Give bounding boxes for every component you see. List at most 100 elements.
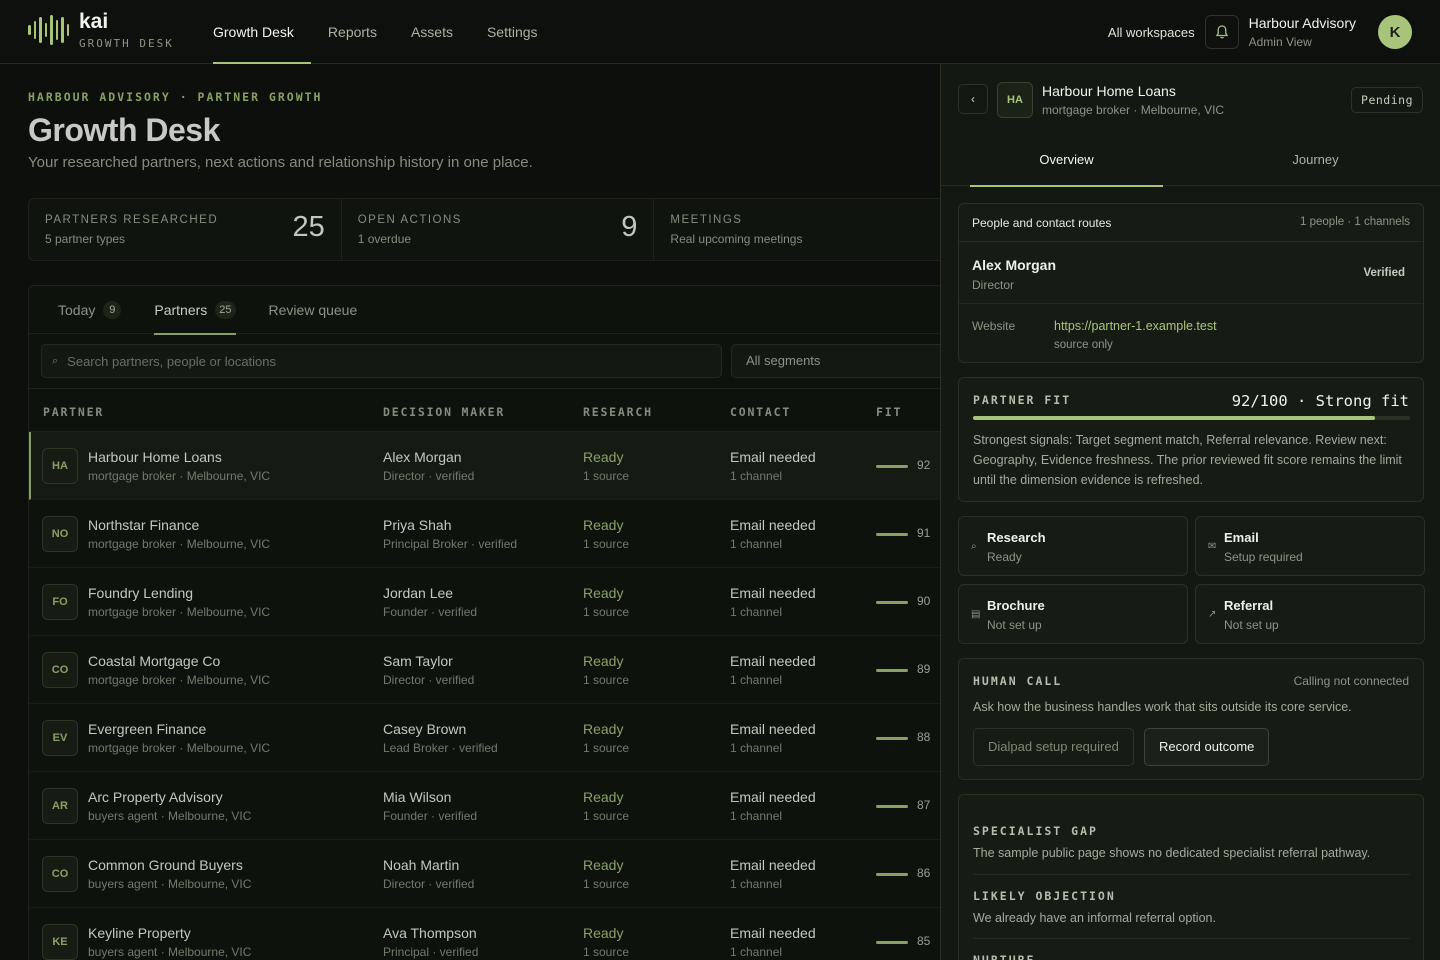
contact-meta: 1 channel: [730, 741, 783, 755]
column-fit[interactable]: FIT: [876, 405, 902, 419]
partner-cell: Keyline Property buyers agent · Melbourn…: [88, 925, 251, 959]
contact-routes-box: People and contact routes 1 people · 1 c…: [958, 203, 1424, 363]
research-status: Ready: [583, 789, 624, 805]
partner-initials-badge: NO: [42, 516, 78, 552]
tab-overview[interactable]: Overview: [970, 134, 1163, 187]
filter-bar: ⌕ All segments: [29, 334, 940, 389]
partner-initials-badge: EV: [42, 720, 78, 756]
decision-maker-meta: Principal · verified: [383, 945, 479, 959]
research-cell: Ready 1 source: [583, 585, 629, 619]
table-row[interactable]: NO Northstar Finance mortgage broker · M…: [29, 500, 940, 568]
tile-brochure[interactable]: ▤ Brochure Not set up: [958, 584, 1188, 644]
tab-review-queue[interactable]: Review queue: [269, 286, 358, 334]
contact-status: Email needed: [730, 585, 816, 601]
tile-research[interactable]: ⌕ Research Ready: [958, 516, 1188, 576]
nav-reports[interactable]: Reports: [311, 0, 394, 64]
partner-name[interactable]: Keyline Property: [88, 925, 251, 941]
partner-name[interactable]: Evergreen Finance: [88, 721, 270, 737]
avatar[interactable]: K: [1378, 15, 1412, 49]
decision-maker-meta: Director · verified: [383, 469, 475, 483]
table-row[interactable]: CO Coastal Mortgage Co mortgage broker ·…: [29, 636, 940, 704]
fit-bar: [876, 873, 908, 876]
partner-meta: mortgage broker · Melbourne, VIC: [88, 605, 271, 619]
contact-meta: 1 channel: [730, 469, 783, 483]
segments-select[interactable]: All segments: [731, 344, 940, 378]
decision-maker-name: Jordan Lee: [383, 585, 454, 601]
table-row[interactable]: HA Harbour Home Loans mortgage broker · …: [29, 432, 940, 500]
search-box: ⌕: [41, 344, 722, 378]
partner-meta: buyers agent · Melbourne, VIC: [88, 945, 252, 959]
contact-status: Email needed: [730, 721, 816, 737]
search-icon: ⌕: [971, 541, 977, 552]
research-meta: 1 source: [583, 809, 630, 823]
contact-cell: Email needed 1 channel: [730, 517, 816, 551]
partner-name[interactable]: Arc Property Advisory: [88, 789, 251, 805]
table-row[interactable]: CO Common Ground Buyers buyers agent · M…: [29, 840, 940, 908]
stat-label: MEETINGS: [670, 214, 743, 226]
column-research[interactable]: RESEARCH: [583, 405, 653, 419]
partner-name[interactable]: Northstar Finance: [88, 517, 270, 533]
column-partner[interactable]: PARTNER: [43, 405, 104, 419]
partner-name[interactable]: Common Ground Buyers: [88, 857, 251, 873]
likely-objection-text: We already have an informal referral opt…: [973, 911, 1216, 925]
partner-name[interactable]: Coastal Mortgage Co: [88, 653, 270, 669]
divider: [973, 874, 1410, 875]
contact-status: Email needed: [730, 517, 816, 533]
research-cell: Ready 1 source: [583, 721, 629, 755]
fit-bar: [876, 737, 908, 740]
table-row[interactable]: KE Keyline Property buyers agent · Melbo…: [29, 908, 940, 960]
decision-maker-meta: Lead Broker · verified: [383, 741, 498, 755]
partner-name[interactable]: Foundry Lending: [88, 585, 270, 601]
nav-settings[interactable]: Settings: [470, 0, 555, 64]
research-status: Ready: [583, 653, 624, 669]
table-row[interactable]: FO Foundry Lending mortgage broker · Mel…: [29, 568, 940, 636]
notifications-button[interactable]: [1204, 15, 1239, 49]
decision-maker-cell: Ava Thompson Principal · verified: [383, 925, 478, 959]
tile-title: Referral: [1224, 598, 1274, 613]
decision-maker-name: Alex Morgan: [383, 449, 462, 465]
stat-label: OPEN ACTIONS: [357, 214, 462, 226]
contact-person[interactable]: Alex Morgan Director Verified: [959, 242, 1423, 304]
column-decision-maker[interactable]: DECISION MAKER: [383, 405, 505, 419]
table-row[interactable]: EV Evergreen Finance mortgage broker · M…: [29, 704, 940, 772]
research-meta: 1 source: [583, 741, 630, 755]
contact-cell: Email needed 1 channel: [730, 585, 816, 619]
fit-score: 91: [917, 526, 931, 540]
column-contact[interactable]: CONTACT: [730, 405, 791, 419]
tile-email[interactable]: ✉ Email Setup required: [1195, 516, 1425, 576]
search-input[interactable]: [67, 353, 668, 369]
partner-table-body: HA Harbour Home Loans mortgage broker · …: [29, 432, 940, 960]
decision-maker-cell: Sam Taylor Director · verified: [383, 653, 474, 687]
nav-assets[interactable]: Assets: [394, 0, 470, 64]
stat-open-actions[interactable]: OPEN ACTIONS 1 overdue 9: [342, 199, 655, 260]
partner-name[interactable]: Harbour Home Loans: [88, 449, 270, 465]
tab-today[interactable]: Today 9: [58, 286, 122, 334]
research-status: Ready: [583, 925, 624, 941]
research-meta: 1 source: [583, 877, 630, 891]
tab-journey[interactable]: Journey: [1219, 134, 1412, 186]
record-outcome-button[interactable]: Record outcome: [1144, 728, 1270, 766]
stat-meetings[interactable]: MEETINGS Real upcoming meetings: [654, 199, 940, 260]
tab-partners[interactable]: Partners 25: [154, 286, 236, 335]
table-row[interactable]: AR Arc Property Advisory buyers agent · …: [29, 772, 940, 840]
website-link[interactable]: https://partner-1.example.test: [1054, 319, 1217, 333]
research-meta: 1 source: [583, 945, 630, 959]
research-meta: 1 source: [583, 469, 630, 483]
research-status: Ready: [583, 585, 624, 601]
back-button[interactable]: ‹: [958, 84, 988, 114]
workspace-switcher[interactable]: All workspaces: [1108, 25, 1195, 40]
fit-score: 88: [917, 730, 931, 744]
contact-cell: Email needed 1 channel: [730, 925, 816, 959]
decision-maker-meta: Founder · verified: [383, 605, 478, 619]
stat-partners-researched[interactable]: PARTNERS RESEARCHED 5 partner types 25: [29, 199, 342, 260]
nav-growth-desk[interactable]: Growth Desk: [196, 0, 311, 64]
main-content: HARBOUR ADVISORY · PARTNER GROWTH Growth…: [0, 64, 940, 960]
user-menu[interactable]: Harbour Advisory Admin View: [1249, 15, 1356, 49]
dialpad-setup-button[interactable]: Dialpad setup required: [973, 728, 1134, 766]
partner-initials-badge: CO: [42, 652, 78, 688]
app-logo[interactable]: kai GROWTH DESK: [28, 10, 174, 50]
contact-cell: Email needed 1 channel: [730, 857, 816, 891]
tile-referral[interactable]: ↗ Referral Not set up: [1195, 584, 1425, 644]
fit-score: 85: [917, 934, 931, 948]
tile-sub: Not set up: [987, 618, 1042, 632]
